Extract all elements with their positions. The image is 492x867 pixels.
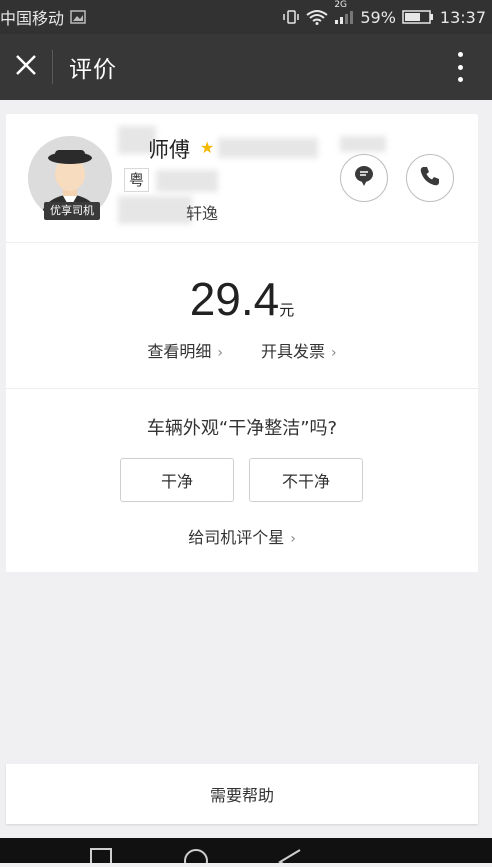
- chevron-right-icon: ›: [331, 345, 337, 361]
- driver-section: 优享司机 师傅 ★ 粤 轩逸: [6, 114, 478, 243]
- title-bar: 评价: [0, 34, 492, 100]
- rating-redaction: [218, 138, 318, 158]
- view-details-link[interactable]: 查看明细 ›: [147, 338, 223, 362]
- rate-driver-label: 给司机评个星: [188, 528, 285, 547]
- cleanliness-question: 车辆外观“干净整洁”吗?: [146, 418, 338, 439]
- star-icon: ★: [200, 138, 215, 157]
- help-button[interactable]: 需要帮助: [6, 764, 478, 824]
- message-driver-button[interactable]: [340, 154, 388, 202]
- network-type-label: 2G: [334, 0, 348, 10]
- invoice-link[interactable]: 开具发票 ›: [261, 338, 337, 362]
- page-title: 评价: [69, 57, 117, 83]
- system-nav-bar: [0, 838, 492, 867]
- car-model: 轩逸: [186, 204, 219, 223]
- battery-percent: 59%: [360, 7, 396, 27]
- carrier-label: 中国移动: [0, 9, 65, 28]
- cleanliness-section: 车辆外观“干净整洁”吗? 干净 不干净 给司机评个星 ›: [6, 388, 478, 572]
- plate-redaction: [156, 170, 218, 192]
- info-redaction: [340, 136, 386, 152]
- recents-icon[interactable]: [90, 848, 112, 867]
- rate-driver-link[interactable]: 给司机评个星 ›: [6, 524, 478, 548]
- wifi-icon: [306, 9, 328, 25]
- image-notification-icon: [70, 10, 86, 24]
- fare-value: 29.4: [189, 273, 280, 325]
- license-plate: 粤: [124, 168, 150, 192]
- clean-button[interactable]: 干净: [120, 458, 234, 502]
- more-dot: [457, 77, 463, 82]
- close-button[interactable]: [0, 34, 52, 100]
- invoice-label: 开具发票: [261, 342, 326, 361]
- more-menu-button[interactable]: [450, 52, 470, 82]
- battery-icon: [402, 9, 434, 25]
- call-driver-button[interactable]: [406, 154, 454, 202]
- close-icon: [14, 53, 38, 81]
- title-divider: [52, 50, 53, 84]
- back-icon[interactable]: [276, 848, 302, 867]
- signal-icon: 2G: [334, 0, 354, 25]
- view-details-label: 查看明细: [147, 342, 212, 361]
- chevron-right-icon: ›: [217, 345, 223, 361]
- car-redaction: [118, 196, 192, 224]
- phone-icon: [419, 165, 441, 191]
- vibrate-icon: [282, 9, 300, 25]
- more-dot: [457, 64, 463, 70]
- fare-unit: 元: [279, 301, 295, 319]
- status-bar: 中国移动 2G 59% 13:37: [0, 0, 492, 34]
- order-card: 优享司机 师傅 ★ 粤 轩逸 29.4元 查看明细 › 开具发票 › 车辆外观“…: [6, 114, 478, 572]
- driver-name: 师傅: [148, 138, 190, 162]
- plate-prefix: 粤: [129, 171, 145, 189]
- message-icon: [353, 164, 375, 192]
- clock: 13:37: [439, 7, 486, 27]
- home-icon[interactable]: [183, 848, 209, 867]
- fare-section: 29.4元 查看明细 › 开具发票 ›: [6, 242, 478, 389]
- more-dots-icon: [457, 52, 463, 57]
- not-clean-button[interactable]: 不干净: [249, 458, 363, 502]
- premium-driver-badge: 优享司机: [44, 202, 100, 220]
- fare-amount: 29.4元: [6, 272, 478, 326]
- fare-links: 查看明细 › 开具发票 ›: [6, 338, 478, 362]
- chevron-right-icon: ›: [290, 531, 296, 547]
